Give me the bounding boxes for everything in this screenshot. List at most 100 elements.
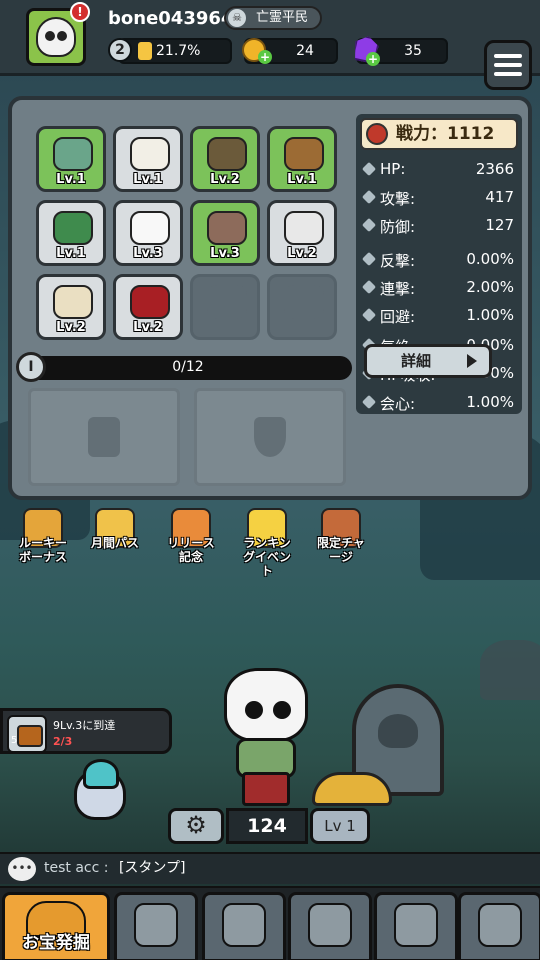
stat-name: 会心:	[380, 395, 416, 413]
quest-tracker[interactable]: 5 9Lv.3に到達 2/3	[0, 708, 172, 754]
chat-bubble-icon: •••	[8, 857, 36, 881]
auto-settings-button[interactable]: ⚙	[168, 808, 224, 844]
rank-badge[interactable]: ☠ 亡霊平民	[224, 6, 323, 30]
inventory-slot[interactable]: Lv.1	[36, 126, 106, 192]
details-label: 詳細	[401, 352, 432, 370]
event-button[interactable]: ランキン グイベン ト	[232, 508, 302, 592]
stat-row: HP: 2366	[361, 158, 514, 180]
stat-name: HP:	[380, 160, 406, 178]
inventory-slot[interactable]: Lv.2	[36, 274, 106, 340]
event-button[interactable]: ルーキー ボーナス	[8, 508, 78, 578]
inventory-slot[interactable]: Lv.3	[113, 200, 183, 266]
add-gold-icon[interactable]: +	[258, 50, 272, 64]
gears-icon: ⚙	[185, 811, 207, 839]
top-bar: ! bone043964 ☠ 亡霊平民 2 21.7% + 24 + 35	[0, 0, 540, 90]
item-level: Lv.1	[133, 172, 163, 187]
level-button[interactable]: Lv 1	[310, 808, 370, 844]
inventory-slot[interactable]: Lv.1	[36, 200, 106, 266]
skull-avatar-icon	[36, 17, 76, 57]
event-label: リリース 記念	[167, 536, 215, 564]
stat-icon	[361, 161, 377, 177]
gem-display[interactable]: + 35	[356, 38, 448, 66]
bottom-navigation: お宝発掘	[0, 886, 540, 960]
inventory-slot[interactable]	[190, 274, 260, 340]
helmet-icon	[53, 137, 93, 171]
exp-display: 21.7%	[118, 38, 232, 64]
hero-eye	[245, 701, 263, 719]
inventory-slot[interactable]: Lv.2	[267, 200, 337, 266]
weapon-slot[interactable]	[28, 388, 180, 486]
power-icon	[366, 123, 388, 145]
hero-legs	[242, 772, 290, 806]
item-level: Lv.2	[287, 246, 317, 261]
shield-slot[interactable]	[194, 388, 346, 486]
combat-power: 戦力：1112	[360, 118, 518, 150]
shield-icon	[254, 417, 286, 457]
guild-tab[interactable]	[374, 892, 458, 960]
stat-name: 回避:	[380, 308, 416, 326]
details-button[interactable]: 詳細	[364, 344, 492, 378]
quest-progress: 2/3	[53, 735, 73, 748]
stat-value: 127	[485, 216, 514, 234]
gold-display[interactable]: + 24	[242, 38, 338, 64]
hero-eye	[273, 701, 291, 719]
item-level: Lv.1	[56, 172, 86, 187]
item-level: Lv.2	[133, 320, 163, 335]
event-label: 月間パス	[90, 536, 139, 550]
treasure-dig-tab[interactable]: お宝発掘	[2, 892, 110, 960]
alert-badge: !	[70, 2, 90, 22]
belt-placeholder-icon	[207, 285, 247, 319]
item-level: Lv.3	[210, 246, 240, 261]
boots-placeholder-icon	[284, 285, 324, 319]
gold-pile[interactable]	[312, 772, 392, 806]
demon-icon	[222, 903, 266, 947]
rank-label: 亡霊平民	[256, 10, 309, 25]
item-level: Lv.2	[210, 172, 240, 187]
chat-bar[interactable]: ••• test acc : [スタンプ]	[0, 852, 540, 884]
inventory-slot[interactable]: Lv.3	[190, 200, 260, 266]
menu-button[interactable]	[484, 40, 532, 90]
event-label: ランキン グイベン ト	[242, 536, 291, 578]
add-gem-icon[interactable]: +	[366, 52, 380, 66]
item-level: Lv.3	[133, 246, 163, 261]
item-level: Lv.2	[56, 320, 86, 335]
quest-reward-count: 5	[11, 735, 18, 746]
stat-icon	[361, 217, 377, 233]
stat-name: 連撃:	[380, 280, 416, 298]
combat-power-value: 戦力：1112	[396, 124, 495, 144]
event-button[interactable]: 月間パス	[80, 508, 150, 564]
item-level: Lv.1	[287, 172, 317, 187]
cave-tab[interactable]	[114, 892, 198, 960]
inventory-slot[interactable]: Lv.1	[267, 126, 337, 192]
inventory-slot[interactable]: Lv.2	[190, 126, 260, 192]
stat-name: 攻撃:	[380, 190, 416, 208]
bracer-icon	[284, 137, 324, 171]
stat-row: 反撃: 0.00%	[361, 248, 514, 270]
stat-name: 反撃:	[380, 252, 416, 270]
chat-username: test acc :	[44, 860, 109, 876]
shop-icon	[478, 903, 522, 947]
glasses-icon	[284, 211, 324, 245]
exp-icon	[138, 42, 152, 60]
play-arrow-icon	[467, 354, 477, 368]
quest-text: 9Lv.3に到達	[53, 719, 116, 732]
monster-tab[interactable]	[202, 892, 286, 960]
username: bone043964	[108, 8, 234, 29]
shop-tab[interactable]	[458, 892, 540, 960]
event-button[interactable]: 限定チャ ージ	[306, 508, 376, 578]
stat-name: 防御:	[380, 218, 416, 236]
skull-rank-icon: ☠	[228, 9, 246, 27]
battle-tab[interactable]	[288, 892, 372, 960]
skull-shield-icon	[394, 903, 438, 947]
stat-icon	[361, 189, 377, 205]
inventory-slot[interactable]	[267, 274, 337, 340]
stat-icon	[361, 279, 377, 295]
hamburger-icon	[494, 54, 522, 58]
progress-text: 0/12	[172, 359, 204, 375]
stat-icon	[361, 394, 377, 410]
inventory-slot[interactable]: Lv.2	[113, 274, 183, 340]
ring-icon	[53, 285, 93, 319]
hero-head	[224, 668, 308, 742]
event-button[interactable]: リリース 記念	[156, 508, 226, 578]
inventory-slot[interactable]: Lv.1	[113, 126, 183, 192]
